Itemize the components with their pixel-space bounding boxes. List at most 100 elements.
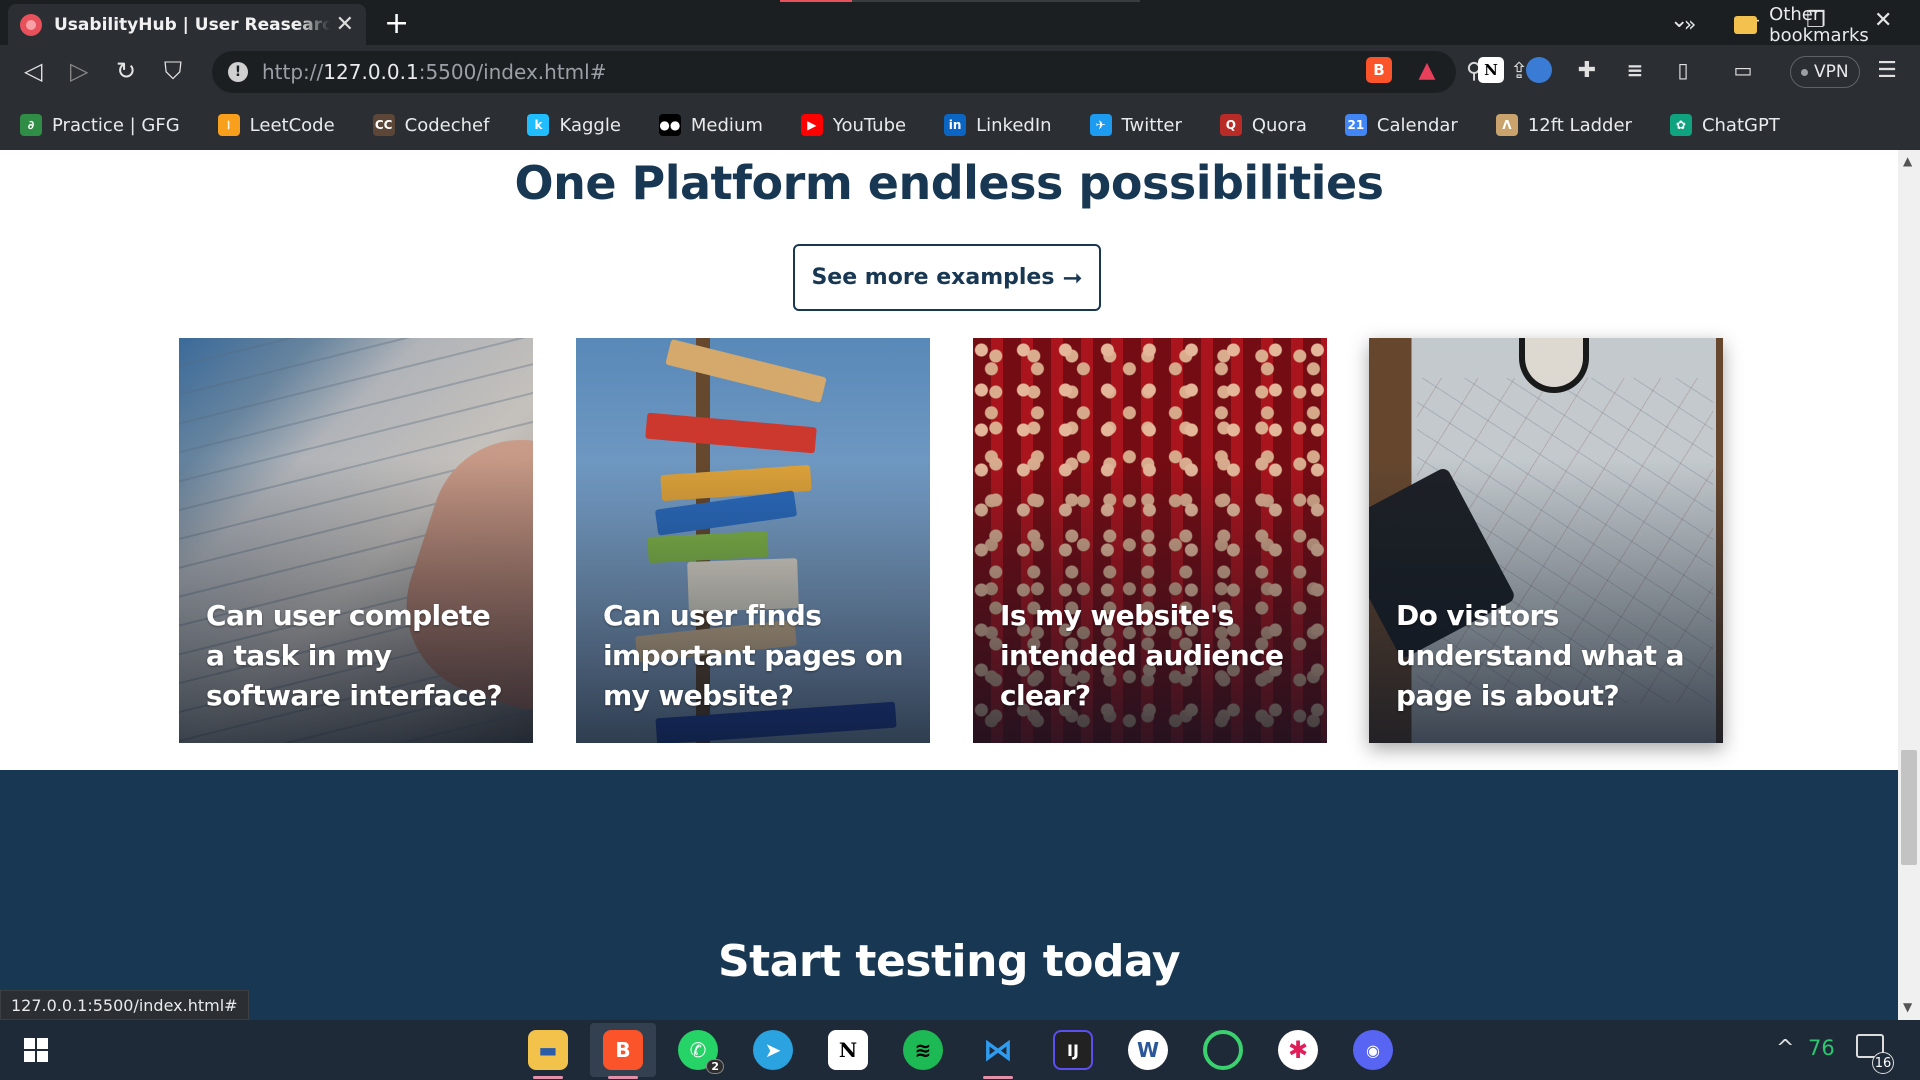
bookmark-label: Calendar [1376,114,1458,136]
more-bookmarks-chevron-icon[interactable]: » [1684,12,1696,36]
reload-icon[interactable]: ↻ [116,57,136,85]
telegram-icon[interactable]: ➤ [753,1030,793,1070]
calendar-icon: 21 [1344,114,1367,136]
kaggle-icon: k [527,114,550,136]
extensions-puzzle-icon[interactable]: ✚ [1574,57,1600,83]
profile-extension-icon[interactable] [1526,57,1552,83]
tab-strip-indicator [780,0,1140,2]
bookmark-youtube[interactable]: ▶ YouTube [800,114,907,136]
bookmarks-bar: ∂ Practice | GFG ⧘ LeetCode CC Codechef k Kaggl… [0,100,1920,150]
scroll-down-icon[interactable]: ▼ [1903,1000,1912,1014]
back-icon[interactable]: ◁ [24,57,42,85]
youtube-icon: ▶ [800,114,823,136]
bookmark-label: 12ft Ladder [1527,114,1632,136]
card-title: Can user finds important pages on my web… [603,599,904,712]
bookmark-chatgpt[interactable]: ✿ ChatGPT [1669,114,1780,136]
leetcode-icon: ⧘ [217,114,240,136]
bookmark-kaggle[interactable]: k Kaggle [527,114,621,136]
address-url[interactable]: http://127.0.0.1:5500/index.html# [262,60,606,84]
forward-icon[interactable]: ▷ [70,57,88,85]
whatsapp-badge: 2 [706,1059,724,1074]
tab-strip: UsabilityHub | User Reasearch & U ✕ + ⌄ … [0,0,1920,45]
card-title: Do visitors understand what a page is ab… [1396,599,1685,712]
tray-expand-chevron-icon[interactable]: ^ [1776,1036,1794,1061]
bookmark-twitter[interactable]: ✈ Twitter [1089,114,1182,136]
active-tab[interactable]: UsabilityHub | User Reasearch & U ✕ [8,4,366,45]
site-info-icon[interactable]: ! [228,62,248,82]
bookmark-label: YouTube [832,114,907,136]
ladder-icon: Λ [1495,114,1518,136]
other-bookmarks[interactable]: Other bookmarks [1734,0,1920,50]
codechef-icon: CC [372,114,395,136]
bookmark-calendar[interactable]: 21 Calendar [1344,114,1458,136]
intellij-icon[interactable]: IJ [1053,1030,1093,1070]
whatsapp-icon[interactable]: ✆ 2 [678,1030,724,1074]
new-tab-plus-icon[interactable]: + [384,6,409,41]
see-more-examples-button[interactable]: See more examples ➞ [793,244,1101,311]
gfg-icon: ∂ [20,114,42,136]
medium-icon: ●● [658,114,681,136]
start-testing-title: Start testing today [717,936,1181,987]
card-title: Is my website's intended audience clear? [1000,599,1284,712]
tab-close-icon[interactable]: ✕ [336,12,354,37]
notification-count: 16 [1872,1052,1894,1074]
bookmark-label: LinkedIn [976,114,1052,136]
linkedin-icon: in [944,114,967,136]
bookmark-label: ChatGPT [1701,114,1780,136]
brave-icon[interactable]: B [603,1030,643,1070]
spotify-icon[interactable]: ≋ [903,1030,943,1070]
twitter-icon: ✈ [1089,114,1112,136]
discord-icon[interactable]: ◉ [1353,1030,1393,1070]
reading-list-icon[interactable]: ≡ [1622,57,1648,83]
link-status-bubble: 127.0.0.1:5500/index.html# [0,990,249,1020]
vscode-icon[interactable]: ⋈ [978,1030,1018,1070]
word-icon[interactable]: W [1128,1030,1168,1070]
browser-toolbar: ◁ ▷ ↻ ⛉ ! http://127.0.0.1:5500/index.ht… [0,45,1920,100]
bookmark-page-icon[interactable]: ⛉ [164,57,182,85]
tray-counter: 76 [1808,1036,1835,1060]
bookmark-linkedin[interactable]: in LinkedIn [944,114,1052,136]
windows-taskbar: ▬ B ✆ 2 ➤ N ≋ ⋈ IJ W ✱ ◉ ^ 76 16 [0,1020,1920,1080]
bookmark-practice-gfg[interactable]: ∂ Practice | GFG [20,114,180,136]
file-explorer-icon[interactable]: ▬ [528,1030,568,1070]
bookmark-leetcode[interactable]: ⧘ LeetCode [217,114,335,136]
bookmark-label: Twitter [1121,114,1182,136]
wallet-icon[interactable]: ▭ [1730,57,1756,83]
example-card-audience[interactable]: Is my website's intended audience clear? [973,338,1327,743]
scrollbar-thumb[interactable] [1901,750,1917,865]
bookmark-codechef[interactable]: CC Codechef [372,114,489,136]
example-card-task[interactable]: Can user complete a task in my software … [179,338,533,743]
address-bar[interactable]: ! http://127.0.0.1:5500/index.html# ⚲ ⇪ [212,51,1528,93]
brave-shields-icon[interactable]: B [1366,57,1392,83]
tab-title: UsabilityHub | User Reasearch & U [54,14,330,35]
cta-label: See more examples [811,265,1055,290]
bookmark-quora[interactable]: Q Quora [1219,114,1307,136]
arrow-right-icon: ➞ [1062,263,1083,292]
usabilityhub-favicon-icon [20,13,42,36]
folder-icon [1734,16,1758,34]
windows-start-icon[interactable] [24,1038,48,1062]
card-title: Can user complete a task in my software … [206,599,503,712]
sidebar-icon[interactable]: ▯ [1670,57,1696,83]
circle-app-icon[interactable] [1203,1030,1243,1070]
bookmark-12ft-ladder[interactable]: Λ 12ft Ladder [1495,114,1632,136]
bookmark-label: LeetCode [249,114,335,136]
page-scrollbar[interactable]: ▲ ▼ [1898,150,1920,1020]
brave-rewards-icon[interactable]: ▲ [1414,57,1440,83]
slack-icon[interactable]: ✱ [1278,1030,1318,1070]
bookmark-label: Quora [1251,114,1307,136]
bookmark-label: Practice | GFG [52,114,180,136]
page-viewport: One Platform endless possibilities See m… [0,150,1898,1020]
example-card-pages[interactable]: Can user finds important pages on my web… [576,338,930,743]
vpn-button[interactable]: VPN [1790,56,1860,88]
notion-extension-icon[interactable]: N [1478,57,1504,83]
menu-icon[interactable]: ☰ [1874,57,1900,83]
bookmark-label: Medium [690,114,763,136]
chatgpt-icon: ✿ [1669,114,1692,136]
example-card-understand[interactable]: Do visitors understand what a page is ab… [1369,338,1723,743]
scroll-up-icon[interactable]: ▲ [1903,154,1912,168]
bookmark-medium[interactable]: ●● Medium [658,114,763,136]
section-heading: One Platform endless possibilities [514,156,1384,210]
notion-icon[interactable]: N [828,1030,868,1070]
other-bookmarks-label: Other bookmarks [1769,4,1869,46]
